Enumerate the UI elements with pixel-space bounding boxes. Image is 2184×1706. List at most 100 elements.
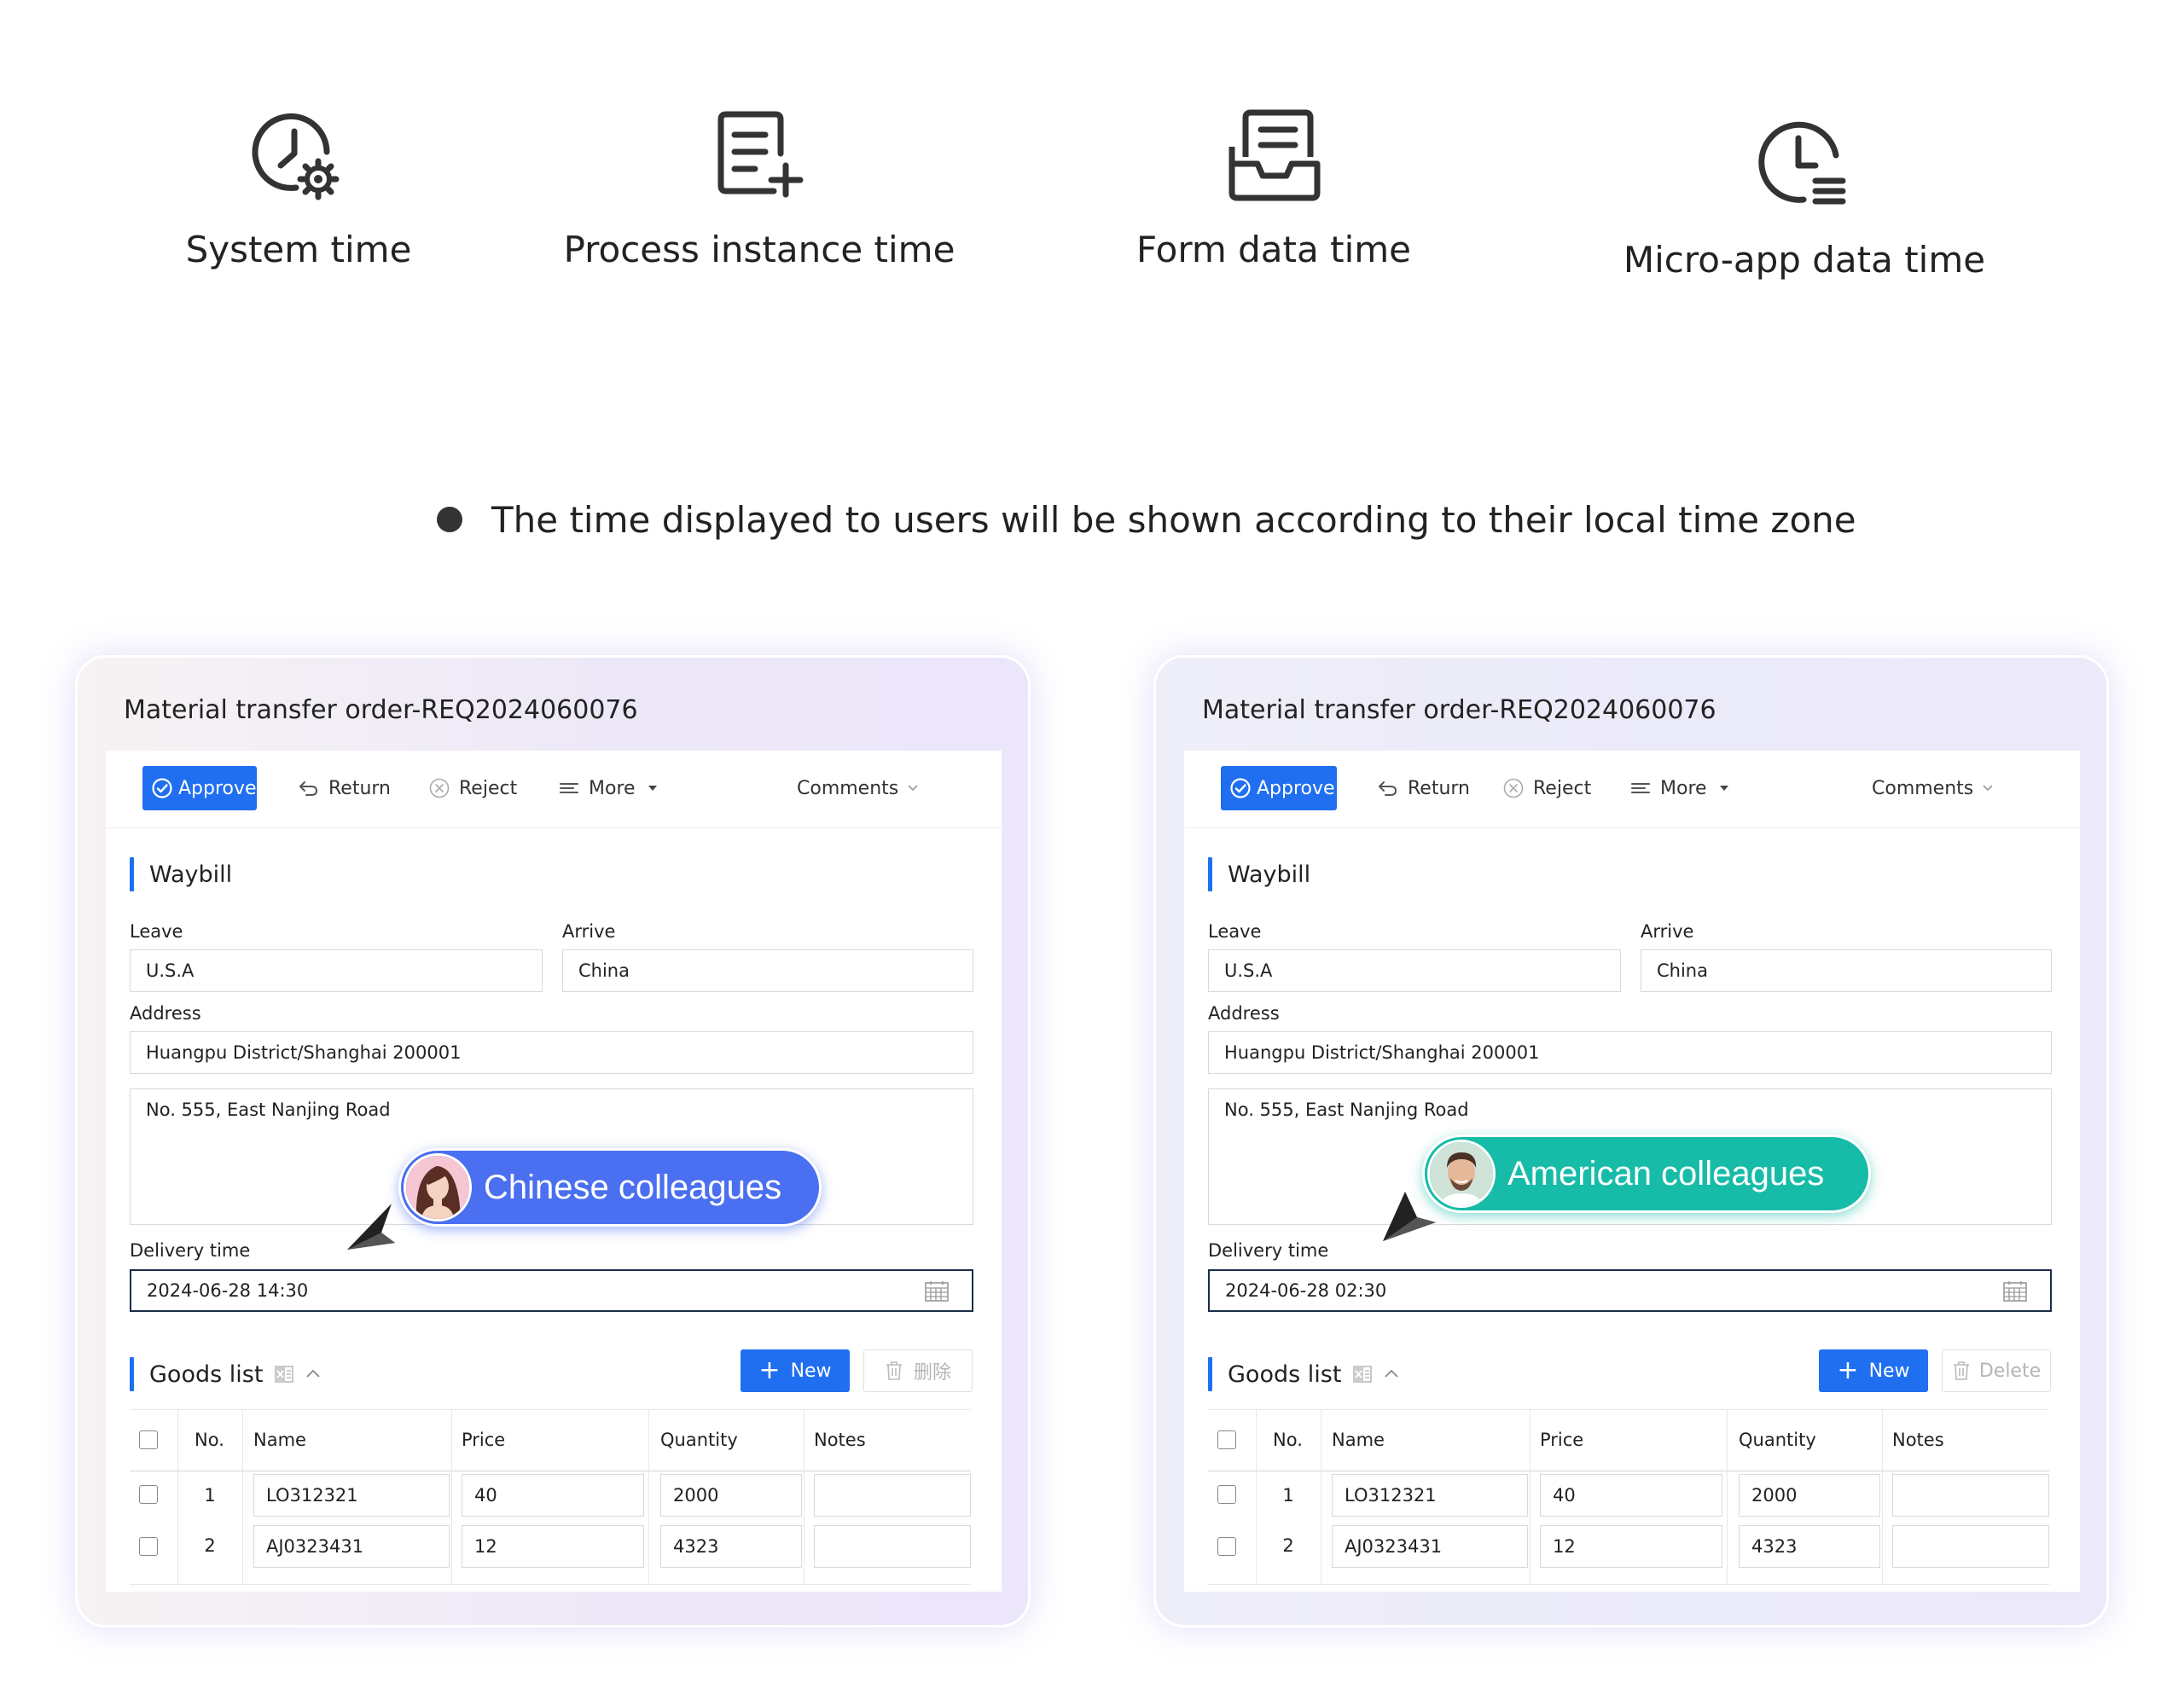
return-button[interactable]: Return [1377, 766, 1470, 810]
reject-button[interactable]: Reject [428, 766, 517, 810]
panel-american-view: Material transfer order-REQ2024060076 Ap… [1153, 655, 2109, 1628]
avatar [404, 1153, 472, 1221]
new-row-button[interactable]: + New [1819, 1349, 1928, 1392]
table-col-divider [1882, 1409, 1883, 1585]
comments-button[interactable]: Comments [1872, 766, 1995, 810]
section-waybill: Waybill [130, 856, 232, 892]
row-checkbox[interactable] [139, 1537, 158, 1556]
row-checkbox[interactable] [139, 1485, 158, 1504]
comments-button[interactable]: Comments [797, 766, 921, 810]
more-button[interactable]: More [558, 766, 659, 810]
row-price-input[interactable]: 40 [1540, 1474, 1722, 1517]
return-arrow-icon [1379, 781, 1397, 796]
goods-table: No. Name Price Quantity Notes 1 LO312321… [1208, 1409, 2049, 1585]
table-col-divider [1530, 1409, 1531, 1585]
chevron-down-icon [908, 785, 918, 792]
badge-label: American colleagues [1507, 1154, 1825, 1192]
leave-input[interactable]: U.S.A [1208, 949, 1621, 992]
more-label: More [589, 777, 636, 799]
feature-system-time: System time [60, 109, 537, 270]
section-title: Goods list [1228, 1361, 1342, 1388]
table-col-divider [177, 1409, 178, 1585]
row-price-input[interactable]: 40 [462, 1474, 644, 1517]
feature-label: Form data time [1136, 229, 1411, 270]
panel-title: Material transfer order-REQ2024060076 [1202, 695, 1716, 725]
col-header-no: No. [195, 1430, 224, 1450]
col-header-name: Name [253, 1430, 306, 1450]
row-name-input[interactable]: LO312321 [253, 1474, 450, 1517]
delete-row-button[interactable]: 删除 [863, 1349, 973, 1392]
plus-icon: + [758, 1355, 781, 1385]
row-notes-input[interactable] [814, 1525, 971, 1568]
select-all-checkbox[interactable] [1217, 1430, 1236, 1449]
calendar-icon[interactable] [924, 1280, 950, 1303]
col-header-quantity: Quantity [660, 1430, 738, 1450]
excel-icon[interactable] [1351, 1363, 1374, 1385]
arrive-input[interactable]: China [562, 949, 973, 992]
panel-chinese-view: Material transfer order-REQ2024060076 Ap… [75, 655, 1031, 1628]
col-header-notes: Notes [1892, 1430, 1944, 1450]
table-col-divider [242, 1409, 243, 1585]
calendar-icon[interactable] [2002, 1280, 2028, 1303]
more-button[interactable]: More [1629, 766, 1731, 810]
delivery-time-value: 2024-06-28 02:30 [1225, 1280, 1387, 1301]
row-quantity-input[interactable]: 2000 [1739, 1474, 1880, 1517]
chevron-up-icon[interactable] [304, 1365, 322, 1384]
address-region-input[interactable]: Huangpu District/Shanghai 200001 [1208, 1031, 2052, 1074]
section-accent-bar [130, 857, 134, 891]
chevron-down-icon [1983, 785, 1993, 792]
section-waybill: Waybill [1208, 856, 1310, 892]
return-arrow-icon [299, 781, 318, 796]
row-name-input[interactable]: AJ0323431 [253, 1525, 450, 1568]
table-border [130, 1584, 971, 1585]
section-title: Waybill [149, 861, 233, 888]
comments-label: Comments [797, 777, 899, 799]
arrive-input[interactable]: China [1641, 949, 2052, 992]
approve-label: Approve [1257, 777, 1335, 799]
row-quantity-input[interactable]: 4323 [1739, 1525, 1880, 1568]
delete-row-button[interactable]: Delete [1942, 1349, 2051, 1392]
new-row-button[interactable]: + New [741, 1349, 850, 1392]
menu-lines-icon [1631, 783, 1650, 793]
delete-label: Delete [1978, 1360, 2042, 1382]
reject-button[interactable]: Reject [1502, 766, 1591, 810]
return-button[interactable]: Return [298, 766, 391, 810]
address-label: Address [1208, 1003, 1280, 1024]
row-name-input[interactable]: LO312321 [1332, 1474, 1528, 1517]
feature-label: Micro-app data time [1623, 239, 1986, 281]
row-no: 1 [204, 1485, 216, 1506]
row-notes-input[interactable] [1892, 1525, 2049, 1568]
check-circle-icon [152, 778, 172, 798]
section-goods-list: Goods list [130, 1356, 322, 1392]
row-price-input[interactable]: 12 [1540, 1525, 1722, 1568]
approve-button[interactable]: Approve [142, 766, 257, 810]
row-notes-input[interactable] [814, 1474, 971, 1517]
table-col-divider [648, 1409, 649, 1585]
close-circle-icon [1503, 778, 1524, 798]
row-checkbox[interactable] [1217, 1485, 1236, 1504]
row-checkbox[interactable] [1217, 1537, 1236, 1556]
excel-icon[interactable] [273, 1363, 295, 1385]
chevron-up-icon[interactable] [1382, 1365, 1401, 1384]
feature-process-instance-time: Process instance time [520, 109, 998, 270]
row-quantity-input[interactable]: 2000 [660, 1474, 802, 1517]
delivery-time-input[interactable]: 2024-06-28 14:30 [130, 1269, 973, 1312]
row-name-input[interactable]: AJ0323431 [1332, 1525, 1528, 1568]
leave-input[interactable]: U.S.A [130, 949, 543, 992]
row-no: 1 [1282, 1485, 1294, 1506]
address-region-input[interactable]: Huangpu District/Shanghai 200001 [130, 1031, 973, 1074]
delivery-time-label: Delivery time [130, 1240, 251, 1261]
goods-table: No. Name Price Quantity Notes 1 LO312321… [130, 1409, 971, 1585]
row-quantity-input[interactable]: 4323 [660, 1525, 802, 1568]
row-price-input[interactable]: 12 [462, 1525, 644, 1568]
table-col-divider [451, 1409, 452, 1585]
row-notes-input[interactable] [1892, 1474, 2049, 1517]
section-accent-bar [1208, 1357, 1212, 1391]
select-all-checkbox[interactable] [139, 1430, 158, 1449]
close-circle-icon [429, 778, 450, 798]
table-border [1208, 1584, 2049, 1585]
delivery-time-input[interactable]: 2024-06-28 02:30 [1208, 1269, 2052, 1312]
approve-button[interactable]: Approve [1221, 766, 1337, 810]
arrive-label: Arrive [1641, 921, 1694, 942]
clock-gear-icon [252, 113, 340, 200]
